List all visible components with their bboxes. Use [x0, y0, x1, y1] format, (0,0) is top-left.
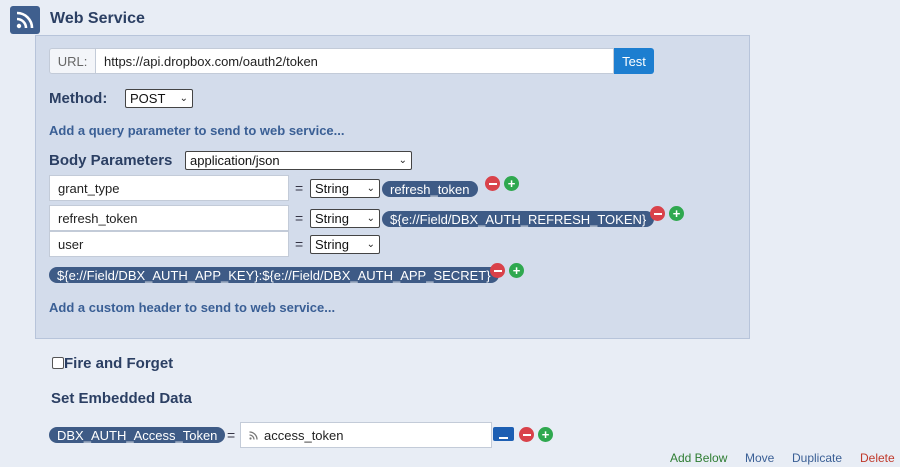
delete-link[interactable]: Delete [860, 451, 895, 465]
url-label: URL: [49, 48, 95, 74]
url-group: URL: https://api.dropbox.com/oauth2/toke… [49, 48, 654, 74]
add-query-parameter-link[interactable]: Add a query parameter to send to web ser… [49, 123, 344, 138]
test-button[interactable]: Test [614, 48, 654, 74]
piped-text-button[interactable] [493, 427, 514, 441]
param-type-value: String [315, 181, 349, 196]
add-embedded-icon[interactable]: + [538, 427, 553, 442]
content-type-select[interactable]: application/json ⌄ [185, 151, 412, 170]
param-type-select[interactable]: String ⌄ [310, 235, 380, 254]
chevron-down-icon: ⌄ [366, 183, 375, 194]
embedded-value: access_token [264, 427, 344, 443]
remove-param-icon[interactable] [485, 176, 500, 191]
param-key-input[interactable]: user [49, 231, 289, 257]
chevron-down-icon: ⌄ [179, 93, 188, 104]
move-link[interactable]: Move [745, 451, 774, 465]
chevron-down-icon: ⌄ [366, 239, 375, 250]
add-param-icon[interactable]: + [509, 263, 524, 278]
remove-param-icon[interactable] [490, 263, 505, 278]
url-input[interactable]: https://api.dropbox.com/oauth2/token [95, 48, 614, 74]
equals-sign: = [295, 210, 304, 226]
method-label: Method: [49, 90, 108, 107]
param-type-value: String [315, 237, 349, 252]
remove-embedded-icon[interactable] [519, 427, 534, 442]
set-embedded-data-label: Set Embedded Data [51, 390, 192, 407]
content-type-value: application/json [190, 153, 280, 168]
add-param-icon[interactable]: + [669, 206, 684, 221]
equals-sign: = [295, 236, 304, 252]
param-type-select[interactable]: String ⌄ [310, 179, 380, 198]
method-value: POST [130, 91, 166, 106]
param-type-value: String [315, 211, 349, 226]
rss-icon [249, 430, 258, 440]
add-param-icon[interactable]: + [504, 176, 519, 191]
section-title: Web Service [50, 10, 145, 27]
rss-icon [10, 6, 40, 34]
param-type-select[interactable]: String ⌄ [310, 209, 380, 228]
equals-sign: = [227, 427, 236, 443]
equals-sign: = [295, 180, 304, 196]
add-custom-header-link[interactable]: Add a custom header to send to web servi… [49, 300, 335, 315]
method-select[interactable]: POST ⌄ [125, 89, 193, 108]
param-value-pill[interactable]: refresh_token [382, 181, 478, 197]
duplicate-link[interactable]: Duplicate [792, 451, 842, 465]
remove-param-icon[interactable] [650, 206, 665, 221]
param-key-input[interactable]: grant_type [49, 175, 289, 201]
fire-and-forget-checkbox[interactable] [52, 357, 64, 369]
param-key-input[interactable]: refresh_token [49, 205, 289, 231]
embedded-field-pill[interactable]: DBX_AUTH_Access_Token [49, 427, 226, 443]
fire-and-forget-label: Fire and Forget [64, 355, 174, 372]
body-parameters-label: Body Parameters [49, 152, 173, 169]
param-value-pill[interactable]: ${e://Field/DBX_AUTH_REFRESH_TOKEN} [382, 211, 655, 227]
embedded-value-input[interactable]: access_token [240, 422, 492, 448]
param-value-pill[interactable]: ${e://Field/DBX_AUTH_APP_KEY}:${e://Fiel… [49, 267, 499, 283]
chevron-down-icon: ⌄ [366, 213, 375, 224]
chevron-down-icon: ⌄ [398, 155, 407, 166]
add-below-link[interactable]: Add Below [670, 451, 727, 465]
